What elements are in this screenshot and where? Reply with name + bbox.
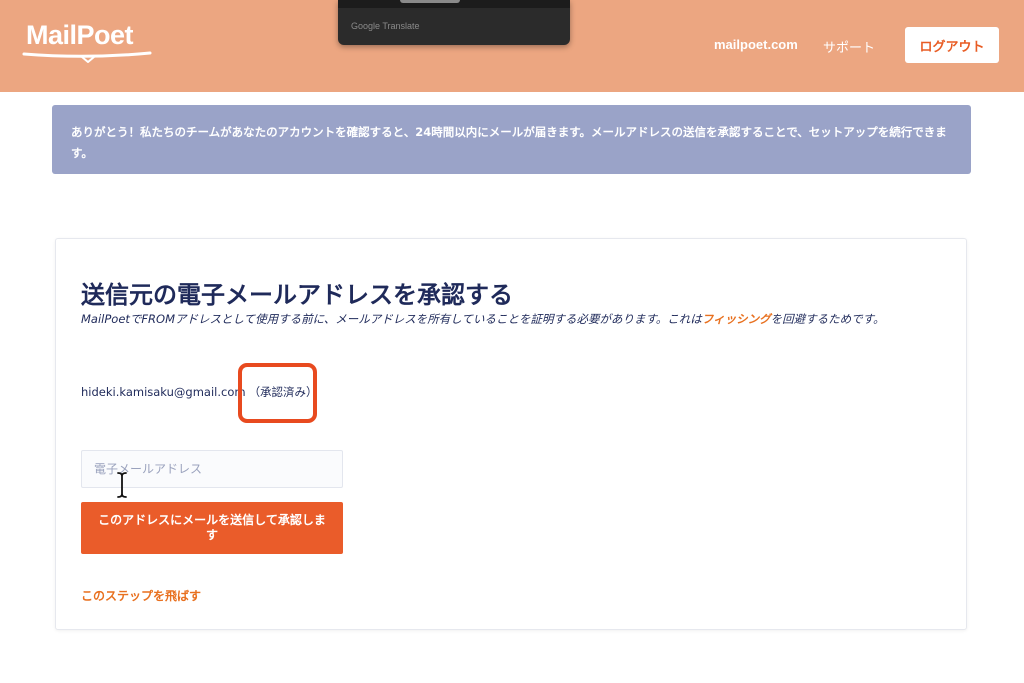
translate-popup-handle[interactable] (400, 0, 460, 3)
phishing-link[interactable]: フィッシング (702, 312, 771, 326)
authorize-sender-card: 送信元の電子メールアドレスを承認する MailPoetでFROMアドレスとして使… (55, 238, 967, 630)
skip-step-link[interactable]: このステップを飛ばす (81, 587, 201, 604)
confirmation-notice: ありがとう！私たちのチームがあなたのアカウントを確認すると、24時間以内にメール… (52, 105, 971, 174)
send-verification-button[interactable]: このアドレスにメールを送信して承認します (81, 502, 343, 554)
card-title: 送信元の電子メールアドレスを承認する (81, 281, 513, 309)
nav-link-support[interactable]: サポート (823, 37, 875, 56)
nav-link-mailpoet-site[interactable]: mailpoet.com (714, 37, 798, 52)
card-description: MailPoetでFROMアドレスとして使用する前に、メールアドレスを所有してい… (81, 311, 949, 328)
description-after: を回避するためです。 (770, 312, 885, 326)
mailpoet-logo[interactable]: MailPoet (22, 18, 152, 66)
verified-status-highlight (238, 363, 317, 423)
google-translate-popup[interactable]: Google Translate (338, 0, 570, 45)
text-cursor-icon (117, 472, 127, 498)
translate-popup-bar (338, 0, 570, 8)
description-before: MailPoetでFROMアドレスとして使用する前に、メールアドレスを所有してい… (81, 312, 702, 326)
logout-button[interactable]: ログアウト (905, 27, 999, 63)
logo-text: MailPoet (26, 20, 134, 50)
notice-text: ありがとう！私たちのチームがあなたのアカウントを確認すると、24時間以内にメール… (71, 125, 947, 160)
translate-popup-caption: Google Translate (351, 21, 420, 31)
verified-email: hideki.kamisaku@gmail.com (81, 385, 246, 399)
logo-swoosh-icon (22, 51, 152, 63)
